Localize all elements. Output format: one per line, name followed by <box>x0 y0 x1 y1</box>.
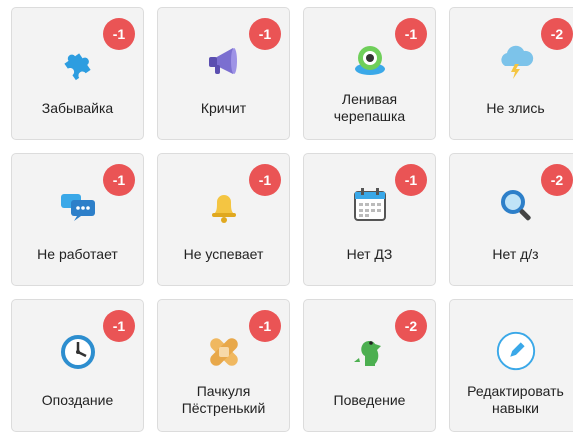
points-badge: -1 <box>249 18 281 50</box>
turtle-icon <box>347 36 393 82</box>
skill-card-lenivaya-cherepashka[interactable]: Ленивая черепашка -1 <box>303 7 436 140</box>
skill-card-pachkulya[interactable]: Пачкуля Пёстренький -1 <box>157 299 290 432</box>
points-badge: -1 <box>395 18 427 50</box>
dinosaur-icon <box>347 328 393 374</box>
edit-skills-button[interactable]: Редактировать навыки <box>449 299 573 432</box>
megaphone-icon <box>201 36 247 82</box>
magnifier-icon <box>493 182 539 228</box>
points-badge: -1 <box>103 310 135 342</box>
skill-label: Не работает <box>37 245 118 262</box>
skill-card-zabyvayka[interactable]: Забывайка -1 <box>11 7 144 140</box>
points-badge: -1 <box>249 164 281 196</box>
skill-label: Не злись <box>486 99 545 116</box>
skill-label: Нет д/з <box>492 245 539 262</box>
points-badge: -1 <box>249 310 281 342</box>
puzzle-icon <box>55 36 101 82</box>
skill-label: Пачкуля Пёстренький <box>181 383 266 416</box>
points-badge: -2 <box>541 164 573 196</box>
storm-cloud-icon <box>493 36 539 82</box>
skills-grid: Забывайка -1 Кричит -1 Ленивая черепашка… <box>0 0 573 432</box>
skill-label: Нет ДЗ <box>346 245 393 262</box>
edit-skills-label: Редактировать навыки <box>467 383 564 416</box>
skill-card-ne-zlis[interactable]: Не злись -2 <box>449 7 573 140</box>
skill-card-povedenie[interactable]: Поведение -2 <box>303 299 436 432</box>
skill-label: Поведение <box>333 391 406 408</box>
skill-card-net-dz[interactable]: Нет ДЗ -1 <box>303 153 436 286</box>
skill-label: Не успевает <box>183 245 264 262</box>
bell-icon <box>201 182 247 228</box>
skill-card-opozdanie[interactable]: Опоздание -1 <box>11 299 144 432</box>
points-badge: -1 <box>103 18 135 50</box>
pencil-icon <box>493 328 539 374</box>
skill-label: Кричит <box>200 99 247 116</box>
skill-label: Забывайка <box>41 99 114 116</box>
skill-card-net-d-z[interactable]: Нет д/з -2 <box>449 153 573 286</box>
calendar-icon <box>347 182 393 228</box>
skill-card-ne-uspevaet[interactable]: Не успевает -1 <box>157 153 290 286</box>
points-badge: -1 <box>395 164 427 196</box>
skill-label: Опоздание <box>41 391 114 408</box>
skill-label: Ленивая черепашка <box>333 91 406 124</box>
points-badge: -1 <box>103 164 135 196</box>
clock-icon <box>55 328 101 374</box>
points-badge: -2 <box>541 18 573 50</box>
points-badge: -2 <box>395 310 427 342</box>
chat-bubbles-icon <box>55 182 101 228</box>
skill-card-ne-rabotaet[interactable]: Не работает -1 <box>11 153 144 286</box>
bandage-icon <box>201 328 247 374</box>
skill-card-krichit[interactable]: Кричит -1 <box>157 7 290 140</box>
